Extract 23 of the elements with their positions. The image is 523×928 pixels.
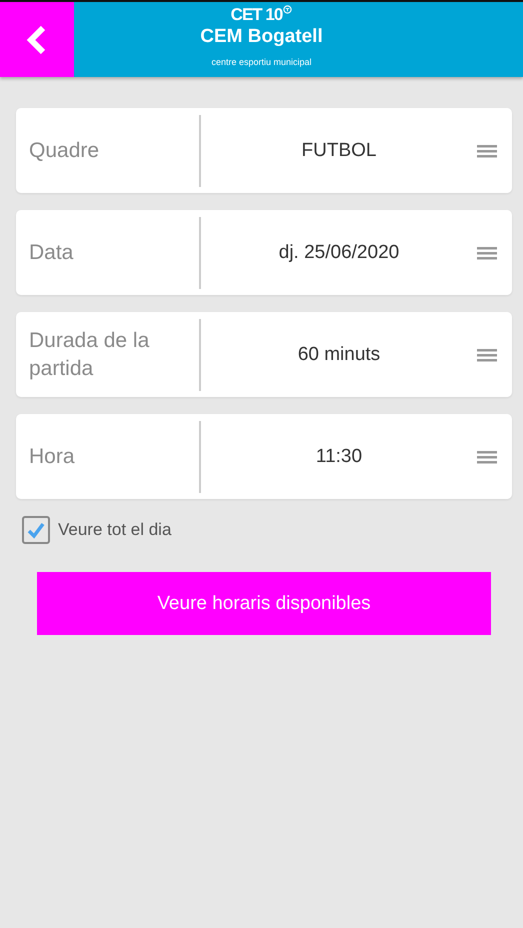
menu-icon	[477, 244, 497, 260]
venue-title: CEM Bogatell	[200, 26, 323, 48]
menu-icon	[477, 142, 497, 158]
field-value: 11:30	[314, 446, 364, 468]
select-field[interactable]: Data dj. 25/06/2020	[16, 210, 512, 295]
field-label: Durada de la partida	[28, 328, 150, 382]
select-field[interactable]: Hora 11:30	[16, 414, 512, 499]
all-day-checkbox[interactable]	[22, 516, 50, 544]
menu-icon	[477, 448, 497, 464]
field-value: FUTBOL	[300, 140, 378, 162]
back-button[interactable]	[0, 2, 74, 77]
checkbox-label: Veure tot el dia	[58, 520, 172, 540]
logo-text: CET 10	[230, 5, 282, 25]
select-field[interactable]: Quadre FUTBOL	[16, 108, 512, 193]
field-label: Data	[28, 240, 74, 266]
logo-emblem-icon	[283, 5, 292, 14]
venue-subtitle: centre esportiu municipal	[211, 57, 312, 67]
field-value: dj. 25/06/2020	[278, 242, 400, 264]
field-label: Quadre	[28, 138, 100, 164]
menu-icon	[477, 346, 497, 362]
select-field[interactable]: Durada de la partida 60 minuts	[16, 312, 512, 397]
field-value: 60 minuts	[296, 344, 382, 366]
field-label: Hora	[28, 444, 76, 470]
